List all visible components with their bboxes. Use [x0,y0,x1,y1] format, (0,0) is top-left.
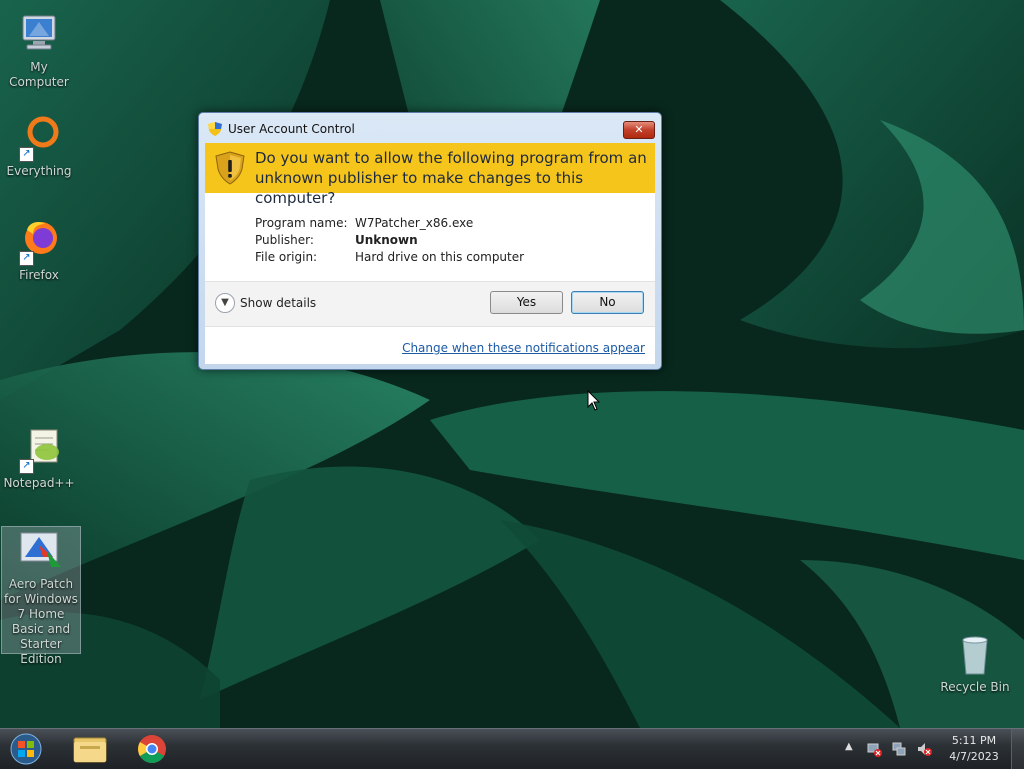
warning-shield-icon [215,151,245,185]
change-notifications-link[interactable]: Change when these notifications appear [402,341,645,355]
network-error-icon[interactable] [866,741,882,757]
warning-banner: Do you want to allow the following progr… [205,143,655,207]
publisher-value: Unknown [355,233,418,247]
program-name-value: W7Patcher_x86.exe [355,216,474,230]
desktop-icon-recycle-bin[interactable]: Recycle Bin [936,630,1014,695]
taskbar-chrome[interactable] [128,732,176,766]
desktop-icon-label: Notepad++ [3,476,75,490]
uac-shield-icon [208,122,222,136]
chrome-icon [138,735,166,763]
actions-bar: ▼ Show details Yes No [205,281,655,327]
mouse-cursor-icon [587,390,601,411]
chevron-down-icon[interactable]: ▼ [215,293,235,313]
desktop-icon-label: Everything [6,164,72,178]
title-bar[interactable]: User Account Control ✕ [199,113,661,141]
clock-time: 5:11 PM [951,734,997,747]
file-origin-value: Hard drive on this computer [355,250,525,264]
shortcut-arrow-icon: ↗ [19,459,34,474]
notepad-plus-plus-icon: ↗ [15,426,63,474]
firefox-icon: ↗ [15,218,63,266]
desktop-icon-label: Aero Patch for Windows 7 Home Basic and … [4,577,78,666]
uac-content: Do you want to allow the following progr… [205,143,655,364]
uac-dialog: User Account Control ✕ Do you want to al… [198,112,662,370]
desktop-icon-label: Recycle Bin [940,680,1010,694]
recycle-bin-icon [951,630,999,678]
show-details-link[interactable]: Show details [240,296,316,310]
windows-explorer-icon [73,737,107,763]
window-title: User Account Control [228,122,355,136]
close-button[interactable]: ✕ [623,121,655,139]
computer-icon [15,10,63,58]
everything-icon: ↗ [15,114,63,162]
start-button[interactable] [8,732,44,766]
desktop: My Computer ↗ Everything ↗ Firefox ↗ Not… [0,0,1024,728]
uac-question: Do you want to allow the following progr… [255,149,647,207]
shortcut-arrow-icon: ↗ [19,251,34,266]
shortcut-arrow-icon: ↗ [19,147,34,162]
clock[interactable]: 5:11 PM 4/7/2023 [940,733,1008,765]
program-name-label: Program name: [255,216,348,230]
show-desktop-button[interactable] [1011,729,1024,769]
file-origin-label: File origin: [255,250,318,264]
show-hidden-icons-button[interactable]: ▲ [845,741,853,752]
desktop-icon-aero-patch[interactable]: Aero Patch for Windows 7 Home Basic and … [1,526,81,666]
desktop-icon-firefox[interactable]: ↗ Firefox [0,218,78,283]
desktop-icon-label: Firefox [19,268,59,282]
aero-patch-icon [17,527,65,575]
publisher-label: Publisher: [255,233,314,247]
desktop-icon-notepad-plus-plus[interactable]: ↗ Notepad++ [0,426,78,491]
network-icon[interactable] [891,741,907,757]
desktop-icon-my-computer[interactable]: My Computer [0,10,78,90]
taskbar: ▲ 5:11 PM 4/7/2023 [0,728,1024,769]
taskbar-windows-explorer[interactable] [66,732,114,766]
no-button[interactable]: No [571,291,644,314]
desktop-icon-label: My Computer [9,60,69,89]
clock-date: 4/7/2023 [949,750,999,763]
yes-button[interactable]: Yes [490,291,563,314]
desktop-icon-everything[interactable]: ↗ Everything [0,114,78,179]
volume-muted-icon[interactable] [916,741,932,757]
